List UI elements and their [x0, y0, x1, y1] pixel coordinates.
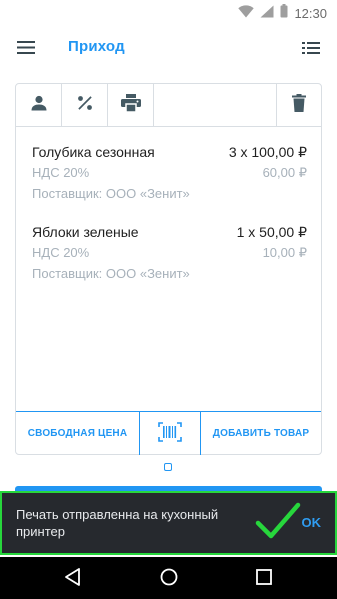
status-icons: 12:30 — [238, 4, 327, 23]
item-supplier: Поставщик: ООО «Зенит» — [32, 186, 190, 201]
add-item-button[interactable]: ДОБАВИТЬ ТОВАР — [201, 412, 321, 455]
trash-icon — [292, 94, 306, 117]
percent-icon — [77, 95, 93, 116]
home-icon[interactable] — [160, 568, 178, 591]
list-item[interactable]: Яблоки зеленые 1 x 50,00 ₽ НДС 20% 10,00… — [16, 207, 321, 287]
page-indicator — [164, 463, 172, 471]
system-nav-bar — [0, 557, 337, 599]
item-vat-label: НДС 20% — [32, 245, 90, 260]
free-price-button[interactable]: СВОБОДНАЯ ЦЕНА — [16, 412, 140, 455]
snackbar-message: Печать отправленна на кухонный принтер — [16, 507, 219, 539]
printer-icon — [120, 94, 141, 117]
toolbar — [16, 84, 321, 127]
receipt-items: Голубика сезонная 3 x 100,00 ₽ НДС 20% 6… — [16, 127, 321, 287]
scan-barcode-button[interactable] — [140, 412, 201, 455]
discount-button[interactable] — [62, 84, 108, 127]
print-button[interactable] — [108, 84, 154, 127]
wifi-icon — [238, 4, 255, 23]
battery-icon — [280, 4, 288, 23]
page-title: Приход — [68, 38, 125, 55]
item-vat-amount: 60,00 ₽ — [262, 165, 307, 180]
menu-button[interactable] — [14, 38, 38, 62]
item-name: Голубика сезонная — [32, 144, 155, 160]
item-vat-amount: 10,00 ₽ — [262, 245, 307, 260]
list-item[interactable]: Голубика сезонная 3 x 100,00 ₽ НДС 20% 6… — [16, 127, 321, 207]
recent-icon[interactable] — [256, 569, 272, 590]
toolbar-spacer — [154, 84, 277, 127]
app-bar: Приход — [0, 24, 337, 76]
status-time: 12:30 — [294, 6, 327, 21]
barcode-icon — [158, 422, 182, 445]
status-bar: 12:30 — [0, 0, 337, 24]
back-icon[interactable] — [63, 567, 83, 592]
check-icon — [254, 499, 302, 548]
item-supplier: Поставщик: ООО «Зенит» — [32, 266, 190, 281]
menu-icon — [17, 41, 35, 59]
list-icon — [302, 41, 320, 59]
list-view-button[interactable] — [299, 38, 323, 62]
user-icon — [31, 95, 47, 116]
signal-icon — [260, 5, 274, 23]
customer-button[interactable] — [16, 84, 62, 127]
item-qty-price: 3 x 100,00 ₽ — [228, 144, 307, 160]
item-name: Яблоки зеленые — [32, 224, 139, 240]
delete-button[interactable] — [277, 84, 321, 127]
action-bar: СВОБОДНАЯ ЦЕНА ДОБАВИТЬ ТОВАР — [16, 411, 321, 455]
item-vat-label: НДС 20% — [32, 165, 90, 180]
receipt-card: Голубика сезонная 3 x 100,00 ₽ НДС 20% 6… — [15, 83, 322, 455]
snackbar-ok-button[interactable]: OK — [302, 515, 322, 530]
item-qty-price: 1 x 50,00 ₽ — [236, 224, 307, 240]
snackbar: Печать отправленна на кухонный принтер O… — [0, 491, 337, 555]
